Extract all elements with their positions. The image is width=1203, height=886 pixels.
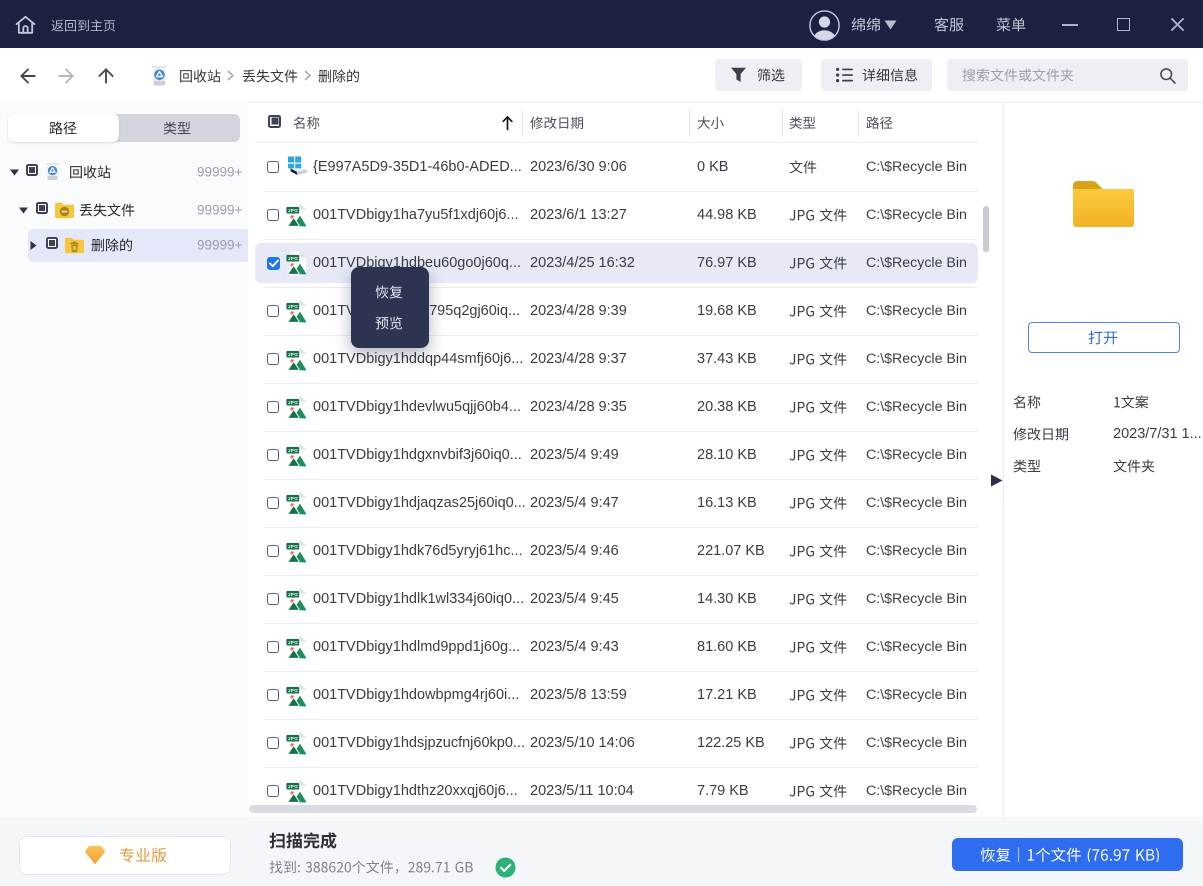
svg-text:JPG: JPG xyxy=(288,400,298,405)
svg-text:JPG: JPG xyxy=(288,544,298,549)
svg-text:JPG: JPG xyxy=(288,592,298,597)
svg-text:JPG: JPG xyxy=(288,736,298,741)
svg-text:JPG: JPG xyxy=(288,496,298,501)
svg-text:JPG: JPG xyxy=(288,304,298,309)
svg-text:JPG: JPG xyxy=(288,208,298,213)
svg-text:JPG: JPG xyxy=(288,256,298,261)
svg-text:JPG: JPG xyxy=(288,640,298,645)
svg-text:JPG: JPG xyxy=(288,688,298,693)
svg-text:JPG: JPG xyxy=(288,352,298,357)
svg-text:JPG: JPG xyxy=(288,448,298,453)
svg-text:JPG: JPG xyxy=(288,784,298,789)
